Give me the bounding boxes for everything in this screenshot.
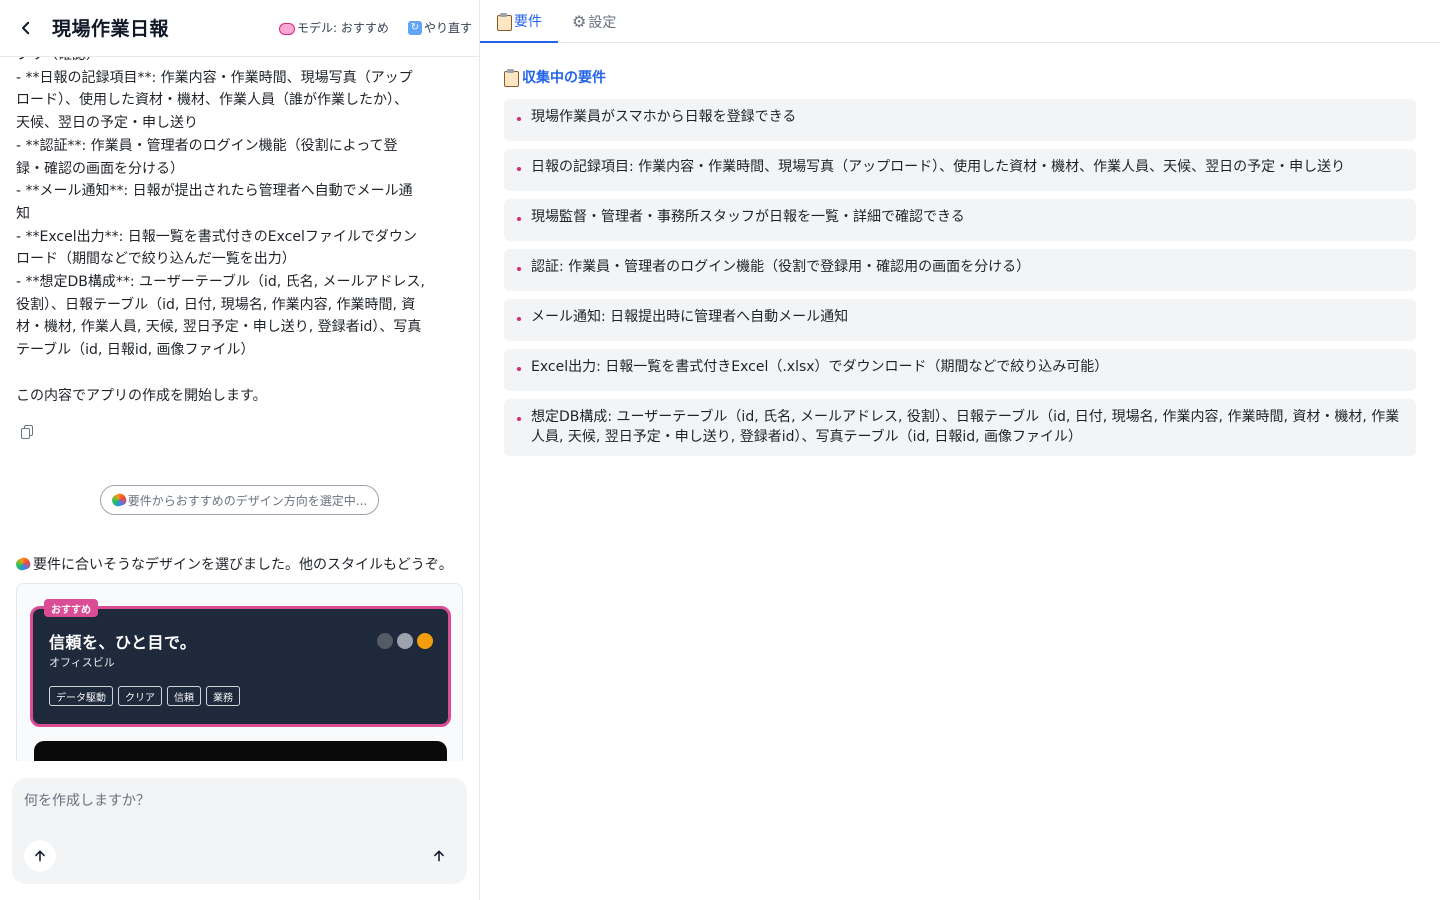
bullet-icon bbox=[517, 217, 521, 221]
requirement-item: Excel出力: 日報一覧を書式付きExcel（.xlsx）でダウンロード（期間… bbox=[504, 349, 1416, 391]
design-intro: 要件に合いそうなデザインを選びました。他のスタイルもどうぞ。 bbox=[14, 554, 453, 574]
redo-label: やり直す bbox=[424, 21, 473, 35]
message-line: ロード（期間などで絞り込んだ一覧を出力） bbox=[16, 251, 296, 268]
message-line: - **メール通知**: 日報が提出されたら管理者へ自動でメール通 bbox=[16, 183, 413, 200]
message-spacer bbox=[16, 362, 421, 385]
bullet-icon bbox=[517, 167, 521, 171]
model-label: モデル: おすすめ bbox=[297, 21, 389, 35]
message-line: ロード）、使用した資材・機材、作業人員（誰が作業したか）、 bbox=[16, 92, 408, 109]
requirement-item: 現場作業員がスマホから日報を登録できる bbox=[504, 99, 1416, 141]
design-option-card[interactable]: 信頼を、ひと目で。 オフィスビル データ駆動 クリア 信頼 業務 bbox=[30, 606, 451, 727]
message-line: プリ（確認） bbox=[16, 57, 421, 67]
requirements-heading: 収集中の要件 bbox=[503, 67, 606, 87]
assistant-message: プリ（確認） - **日報の記録項目**: 作業内容・作業時間、現場写真（アップ… bbox=[16, 57, 425, 407]
design-options: おすすめ 信頼を、ひと目で。 オフィスビル データ駆動 クリア 信頼 業務 bbox=[16, 583, 463, 761]
design-option-card[interactable] bbox=[34, 741, 447, 761]
gear-icon: ⚙ bbox=[572, 11, 587, 31]
bullet-icon bbox=[517, 317, 521, 321]
message-line: - **日報の記録項目**: 作業内容・作業時間、現場写真（アップ bbox=[16, 69, 413, 86]
app-title: 現場作業日報 bbox=[52, 18, 170, 40]
requirement-text: 認証: 作業員・管理者のログイン機能（役割で登録用・確認用の画面を分ける） bbox=[531, 259, 1031, 275]
design-card-title: 信頼を、ひと目で。 bbox=[49, 633, 197, 652]
requirement-text: Excel出力: 日報一覧を書式付きExcel（.xlsx）でダウンロード（期間… bbox=[531, 359, 1109, 375]
message-line: - **認証**: 作業員・管理者のログイン機能（役割によって登 bbox=[16, 137, 398, 154]
prompt-input[interactable] bbox=[24, 790, 444, 830]
design-tag: 業務 bbox=[206, 686, 240, 706]
palette-icon bbox=[14, 555, 32, 573]
chat-panel: 現場作業日報 モデル: おすすめ ↻ やり直す プリ（確認） - **日報の記録… bbox=[0, 0, 480, 900]
clipboard-icon bbox=[503, 69, 519, 87]
chat-header: 現場作業日報 モデル: おすすめ ↻ やり直す bbox=[0, 0, 479, 57]
tab-requirements[interactable]: 要件 bbox=[480, 0, 558, 43]
brain-icon bbox=[279, 21, 295, 35]
color-swatch bbox=[377, 633, 393, 649]
copy-icon[interactable] bbox=[21, 425, 35, 439]
requirement-text: 日報の記録項目: 作業内容・作業時間、現場写真（アップロード）、使用した資材・機… bbox=[531, 159, 1346, 175]
message-line: 録・確認の画面を分ける） bbox=[16, 160, 184, 177]
arrow-up-icon bbox=[35, 850, 45, 862]
tab-label: 設定 bbox=[588, 14, 617, 31]
chat-messages[interactable]: プリ（確認） - **日報の記録項目**: 作業内容・作業時間、現場写真（アップ… bbox=[0, 57, 479, 761]
requirement-item: 現場監督・管理者・事務所スタッフが日報を一覧・詳細で確認できる bbox=[504, 199, 1416, 241]
redo-button[interactable]: ↻ やり直す bbox=[408, 19, 472, 36]
design-tag: データ駆動 bbox=[49, 686, 113, 706]
bullet-icon bbox=[517, 267, 521, 271]
message-line: - **想定DB構成**: ユーザーテーブル（id, 氏名, メールアドレス, bbox=[16, 274, 425, 291]
upload-button[interactable] bbox=[24, 840, 56, 872]
tab-label: 要件 bbox=[514, 13, 542, 30]
bullet-icon bbox=[517, 367, 521, 371]
design-intro-text: 要件に合いそうなデザインを選びました。他のスタイルもどうぞ。 bbox=[33, 557, 453, 573]
requirement-item: 認証: 作業員・管理者のログイン機能（役割で登録用・確認用の画面を分ける） bbox=[504, 249, 1416, 291]
message-line: - **Excel出力**: 日報一覧を書式付きのExcelファイルでダウン bbox=[16, 228, 417, 245]
requirement-item: メール通知: 日報提出時に管理者へ自動メール通知 bbox=[504, 299, 1416, 341]
arrow-up-icon bbox=[434, 850, 444, 862]
requirement-text: 現場作業員がスマホから日報を登録できる bbox=[531, 109, 797, 125]
recommended-badge: おすすめ bbox=[44, 599, 98, 617]
color-swatch bbox=[397, 633, 413, 649]
requirement-item: 日報の記録項目: 作業内容・作業時間、現場写真（アップロード）、使用した資材・機… bbox=[504, 149, 1416, 191]
suggestion-label: 要件からおすすめのデザイン方向を選定中... bbox=[127, 493, 368, 508]
send-button[interactable] bbox=[423, 840, 455, 872]
requirement-text: 現場監督・管理者・事務所スタッフが日報を一覧・詳細で確認できる bbox=[531, 209, 965, 225]
tab-settings[interactable]: ⚙ 設定 bbox=[572, 0, 632, 43]
tab-bar: 要件 ⚙ 設定 bbox=[480, 0, 1440, 43]
message-line: 役割）、日報テーブル（id, 日付, 現場名, 作業内容, 作業時間, 資 bbox=[16, 296, 416, 313]
model-selector-button[interactable]: モデル: おすすめ bbox=[279, 19, 389, 36]
chevron-left-icon bbox=[22, 21, 30, 35]
design-card-subtitle: オフィスビル bbox=[49, 656, 115, 669]
message-line: 天候、翌日の予定・申し送り bbox=[16, 115, 198, 132]
bullet-icon bbox=[517, 417, 521, 421]
requirements-list: 現場作業員がスマホから日報を登録できる 日報の記録項目: 作業内容・作業時間、現… bbox=[504, 99, 1416, 464]
back-button[interactable] bbox=[14, 16, 38, 40]
palette-icon bbox=[110, 491, 128, 509]
clipboard-icon bbox=[496, 12, 512, 31]
requirement-item: 想定DB構成: ユーザーテーブル（id, 氏名, メールアドレス, 役割）、日報… bbox=[504, 399, 1416, 456]
message-line: テーブル（id, 日報id, 画像ファイル） bbox=[16, 342, 255, 359]
design-tag: クリア bbox=[118, 686, 162, 706]
bullet-icon bbox=[517, 117, 521, 121]
composer bbox=[12, 778, 467, 884]
design-suggestion-status: 要件からおすすめのデザイン方向を選定中... bbox=[100, 485, 379, 515]
design-tags: データ駆動 クリア 信頼 業務 bbox=[49, 686, 240, 706]
detail-panel: 要件 ⚙ 設定 収集中の要件 現場作業員がスマホから日報を登録できる 日報の記録… bbox=[480, 0, 1440, 900]
section-title-text: 収集中の要件 bbox=[522, 70, 606, 86]
message-line: 材・機材, 作業人員, 天候, 翌日予定・申し送り, 登録者id）、写真 bbox=[16, 319, 422, 336]
redo-icon: ↻ bbox=[408, 20, 422, 35]
design-tag: 信頼 bbox=[167, 686, 201, 706]
color-swatches bbox=[377, 633, 433, 649]
requirement-text: 想定DB構成: ユーザーテーブル（id, 氏名, メールアドレス, 役割）、日報… bbox=[531, 409, 1400, 445]
message-line: この内容でアプリの作成を開始します。 bbox=[16, 387, 267, 404]
requirement-text: メール通知: 日報提出時に管理者へ自動メール通知 bbox=[531, 309, 849, 325]
color-swatch bbox=[417, 633, 433, 649]
message-line: 知 bbox=[16, 205, 30, 222]
